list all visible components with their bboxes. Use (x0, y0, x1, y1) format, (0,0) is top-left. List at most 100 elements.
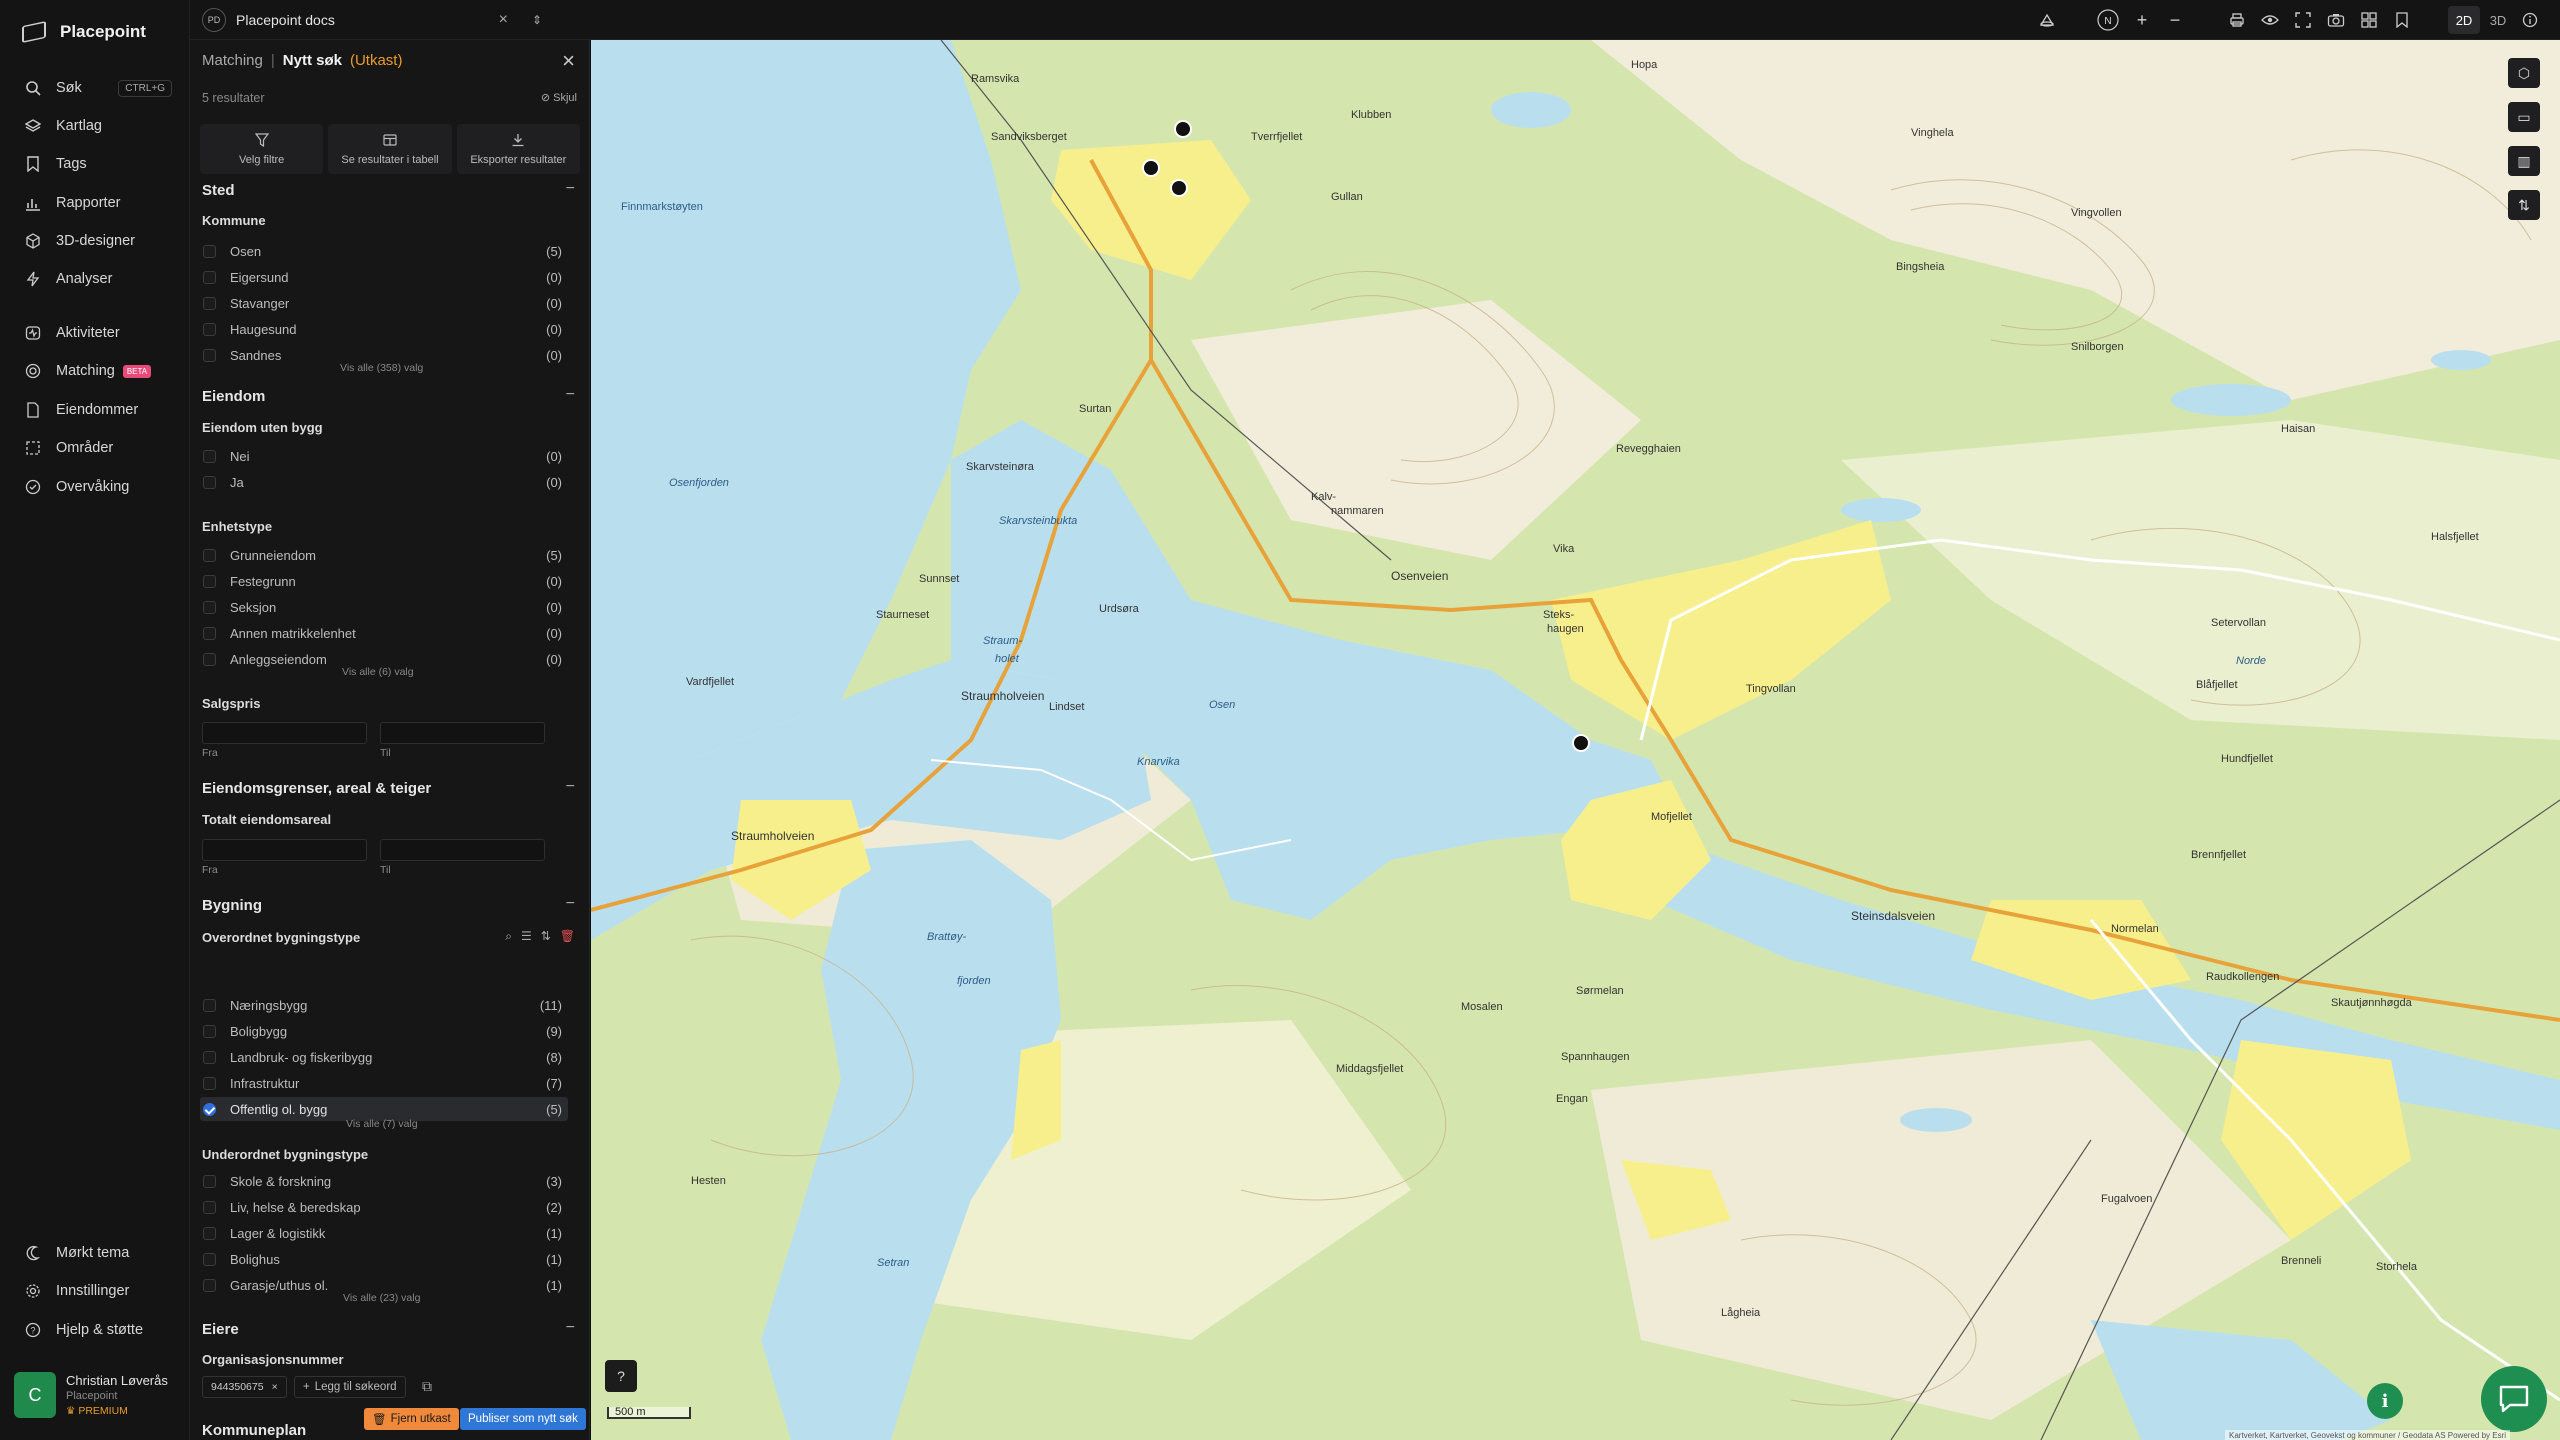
section-title-eiere[interactable]: Eiere (202, 1321, 239, 1338)
result-marker[interactable] (1142, 159, 1160, 177)
checkbox[interactable] (203, 600, 216, 614)
map-view[interactable]: Ramsvika Hopa Tverrfjellet Klubben Vingh… (591, 40, 2560, 1440)
map-draw-tool-button[interactable]: ⬡ (2508, 58, 2540, 88)
map-info-button[interactable]: i (2367, 1383, 2403, 1419)
collapse-icon[interactable]: − (566, 180, 575, 198)
collapse-icon[interactable]: − (566, 895, 575, 913)
filter-option[interactable]: Osen (5) (200, 239, 568, 263)
checkbox[interactable] (203, 652, 216, 666)
search-icon[interactable]: ⌕ (505, 929, 512, 944)
publish-button[interactable]: Publiser som nytt søk (460, 1408, 586, 1430)
area-from-input[interactable] (202, 839, 367, 861)
nav-item-aktiviteter[interactable]: Aktiviteter (0, 315, 190, 351)
checkbox[interactable] (203, 1024, 216, 1038)
filter-option[interactable]: Boligbygg (9) (200, 1019, 568, 1043)
topographic-map[interactable]: Ramsvika Hopa Tverrfjellet Klubben Vingh… (591, 40, 2560, 1440)
filter-option[interactable]: Eigersund (0) (200, 265, 568, 289)
checkbox[interactable] (203, 574, 216, 588)
collapse-icon[interactable]: − (566, 778, 575, 796)
user-card[interactable]: C Christian Løverås Placepoint ♛ PREMIUM (14, 1368, 182, 1422)
map-help-button[interactable]: ? (605, 1360, 637, 1392)
filter-option[interactable]: Infrastruktur (7) (200, 1071, 568, 1095)
compass-north-icon[interactable]: N (2096, 8, 2120, 32)
checkbox[interactable] (203, 296, 216, 310)
checkbox[interactable] (203, 998, 216, 1012)
view-table-button[interactable]: Se resultater i tabell (328, 124, 452, 174)
mode-2d-toggle[interactable]: 2D (2448, 6, 2480, 34)
nav-item-analyser[interactable]: Analyser (0, 261, 190, 297)
section-title-kommuneplan[interactable]: Kommuneplan (202, 1422, 306, 1439)
breadcrumb-parent[interactable]: Matching (202, 52, 263, 69)
checkbox[interactable] (203, 1174, 216, 1188)
result-marker[interactable] (1170, 179, 1188, 197)
filter-option[interactable]: Seksjon (0) (200, 595, 568, 619)
nav-item-3d-designer[interactable]: 3D-designer (0, 223, 190, 259)
checkbox[interactable] (203, 449, 216, 463)
result-marker[interactable] (1572, 734, 1590, 752)
filter-option[interactable]: Annen matrikkelenhet (0) (200, 621, 568, 645)
filter-option[interactable]: Lager & logistikk (1) (200, 1221, 568, 1245)
close-icon[interactable]: × (562, 48, 575, 74)
remove-draft-button[interactable]: 🗑 Fjern utkast (364, 1408, 459, 1430)
copy-icon[interactable]: ⧉ (422, 1378, 432, 1395)
filter-option[interactable]: Landbruk- og fiskeribygg (8) (200, 1045, 568, 1069)
nav-item-matching[interactable]: Matching BETA (0, 353, 190, 389)
show-all-link[interactable]: Vis alle (7) valg (346, 1118, 418, 1130)
brand[interactable]: Placepoint (22, 20, 146, 44)
checkbox[interactable] (203, 1200, 216, 1214)
filter-option[interactable]: Grunneiendom (5) (200, 543, 568, 567)
area-to-input[interactable] (380, 839, 545, 861)
filter-option[interactable]: Næringsbygg (11) (200, 993, 568, 1017)
section-title-bygning[interactable]: Bygning (202, 897, 262, 914)
eye-icon[interactable] (2258, 8, 2282, 32)
bookmark-icon[interactable] (2390, 8, 2414, 32)
checkbox[interactable] (203, 1050, 216, 1064)
checkbox[interactable] (203, 348, 216, 362)
list-icon[interactable]: ☰ (521, 929, 532, 944)
info-icon[interactable] (2518, 8, 2542, 32)
nav-item-settings[interactable]: Innstillinger (0, 1273, 190, 1309)
price-to-input[interactable] (380, 722, 545, 744)
checkbox[interactable] (203, 475, 216, 489)
map-chart-tool-button[interactable]: ▥ (2508, 146, 2540, 176)
nav-item-dark-theme[interactable]: Mørkt tema (0, 1235, 190, 1271)
mode-3d-toggle[interactable]: 3D (2482, 6, 2514, 34)
tilt-icon[interactable] (2035, 8, 2059, 32)
map-sort-tool-button[interactable]: ⇅ (2508, 190, 2540, 220)
filter-option[interactable]: Bolighus (1) (200, 1247, 568, 1271)
checkbox[interactable] (203, 626, 216, 640)
checkbox[interactable] (203, 548, 216, 562)
nav-item-rapporter[interactable]: Rapporter (0, 185, 190, 221)
nav-item-search[interactable]: Søk CTRL+G (0, 70, 190, 106)
nav-item-kartlag[interactable]: Kartlag (0, 108, 190, 144)
filter-option[interactable]: Skole & forskning (3) (200, 1169, 568, 1193)
export-results-button[interactable]: Eksporter resultater (456, 124, 580, 174)
nav-item-eiendommer[interactable]: Eiendommer (0, 392, 190, 428)
chat-button[interactable] (2481, 1366, 2547, 1432)
camera-icon[interactable] (2324, 8, 2348, 32)
result-marker[interactable] (1174, 120, 1192, 138)
map-measure-tool-button[interactable]: ▭ (2508, 102, 2540, 132)
grid-icon[interactable] (2357, 8, 2381, 32)
nav-item-omrader[interactable]: Områder (0, 430, 190, 466)
fullscreen-icon[interactable] (2291, 8, 2315, 32)
remove-chip-icon[interactable]: × (272, 1381, 278, 1393)
checkbox[interactable] (203, 1278, 216, 1292)
show-all-link[interactable]: Vis alle (358) valg (340, 362, 423, 374)
filter-option[interactable]: Nei (0) (200, 444, 568, 468)
filter-option[interactable]: Festegrunn (0) (200, 569, 568, 593)
nav-item-overvaking[interactable]: Overvåking (0, 469, 190, 505)
price-from-input[interactable] (202, 722, 367, 744)
checkbox[interactable] (203, 1226, 216, 1240)
checkbox[interactable] (203, 270, 216, 284)
checkbox[interactable] (203, 244, 216, 258)
filter-option[interactable]: Stavanger (0) (200, 291, 568, 315)
add-keyword-button[interactable]: + Legg til søkeord (294, 1376, 406, 1398)
nav-item-help[interactable]: ? Hjelp & støtte (0, 1312, 190, 1348)
checkbox[interactable] (203, 1076, 216, 1090)
show-all-link[interactable]: Vis alle (6) valg (342, 666, 414, 678)
filter-option[interactable]: Haugesund (0) (200, 317, 568, 341)
filter-option[interactable]: Ja (0) (200, 470, 568, 494)
print-icon[interactable] (2225, 8, 2249, 32)
zoom-out-icon[interactable]: − (2163, 8, 2187, 32)
